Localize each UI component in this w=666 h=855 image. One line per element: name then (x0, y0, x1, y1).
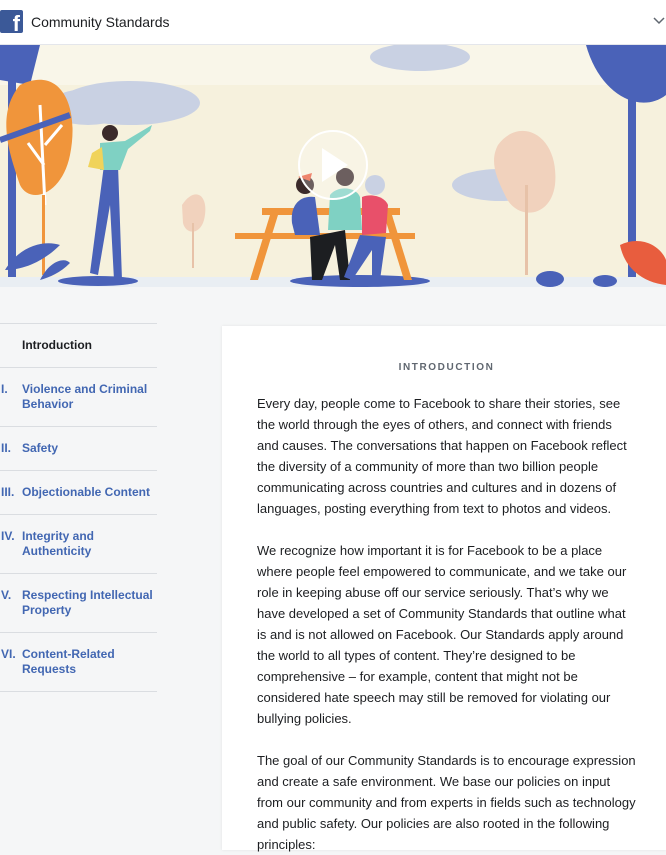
sidebar-item-label: Introduction (22, 338, 92, 352)
sidebar-item-content-requests[interactable]: VI. Content-Related Requests (0, 632, 157, 692)
sidebar-item-introduction[interactable]: Introduction (0, 323, 157, 367)
sidebar-item-label: Content-Related Requests (22, 647, 115, 676)
sidebar-item-objectionable-content[interactable]: III. Objectionable Content (0, 470, 157, 514)
sidebar-item-violence[interactable]: I. Violence and Criminal Behavior (0, 367, 157, 426)
sidebar-item-label: Objectionable Content (22, 485, 151, 499)
sidebar-item-number (0, 338, 22, 353)
sidebar-item-number: V. (1, 588, 12, 602)
hero-art (0, 45, 666, 287)
sidebar-item-number: III. (1, 485, 15, 499)
hero-illustration (0, 45, 666, 287)
section-heading: INTRODUCTION (398, 362, 495, 373)
main-content: INTRODUCTION Every day, people come to F… (222, 326, 666, 852)
sidebar-item-label: Safety (22, 441, 59, 455)
sidebar-item-safety[interactable]: II. Safety (0, 426, 157, 470)
sidebar-item-label: Integrity and Authenticity (22, 529, 95, 558)
sidebar-item-number: II. (1, 441, 12, 455)
sidebar-item-label: Violence and Criminal Behavior (22, 382, 148, 411)
top-bar: f Community Standards (0, 0, 666, 45)
sidebar-item-integrity[interactable]: IV. Integrity and Authenticity (0, 514, 157, 573)
sidebar-nav: Introduction I. Violence and Criminal Be… (0, 323, 157, 692)
sidebar-item-number: VI. (1, 647, 16, 661)
sidebar-item-intellectual-property[interactable]: V. Respecting Intellectual Property (0, 573, 157, 632)
chevron-down-icon[interactable] (652, 14, 666, 28)
sidebar-item-number: IV. (1, 529, 15, 543)
paragraph: The goal of our Community Standards is t… (257, 753, 636, 852)
facebook-logo-icon[interactable]: f (0, 10, 23, 35)
paragraph: We recognize how important it is for Fac… (257, 543, 627, 726)
play-icon[interactable] (298, 130, 368, 200)
site-title[interactable]: Community Standards (31, 14, 170, 30)
sidebar-item-label: Respecting Intellectual Property (22, 588, 153, 617)
sidebar-item-number: I. (1, 382, 8, 396)
paragraph: Every day, people come to Facebook to sh… (257, 396, 627, 516)
